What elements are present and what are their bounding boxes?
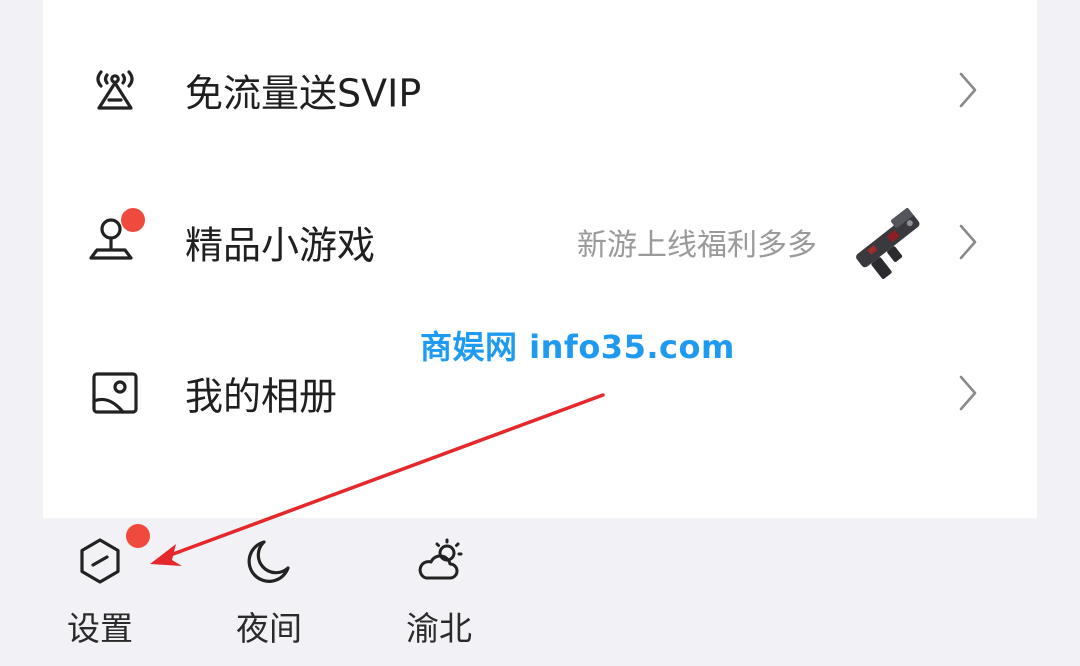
watermark-text: 商娱网 info35.com — [420, 328, 735, 366]
